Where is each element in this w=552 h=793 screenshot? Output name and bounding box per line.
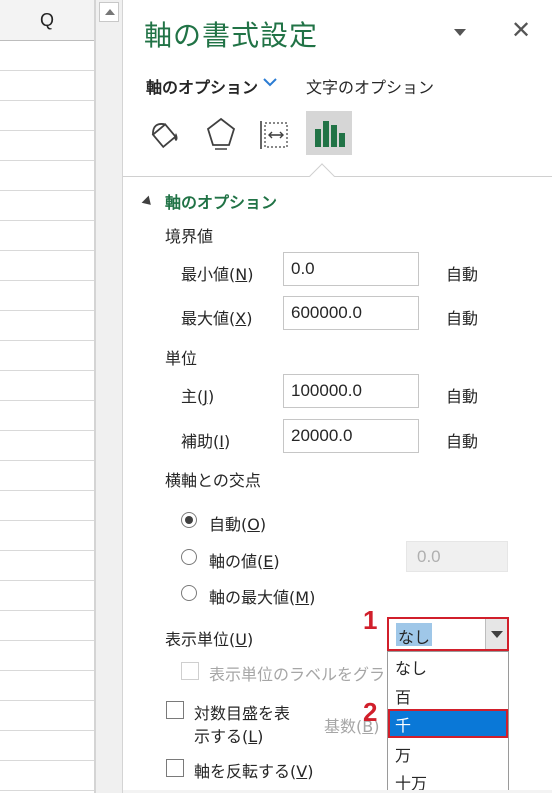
log-scale-label-line1[interactable]: 対数目盛を表	[194, 700, 290, 724]
row-line	[0, 370, 94, 371]
row-line	[0, 130, 94, 131]
row-line	[0, 340, 94, 341]
minimum-input[interactable]: 0.0	[283, 252, 419, 286]
row-line	[0, 220, 94, 221]
axis-crosses-heading: 横軸との交点	[165, 471, 261, 490]
minor-unit-input[interactable]: 20000.0	[283, 419, 419, 453]
row-line	[0, 160, 94, 161]
row-line	[0, 250, 94, 251]
dropdown-arrow-icon[interactable]	[485, 619, 507, 649]
tab-divider	[123, 176, 552, 177]
units-heading: 単位	[165, 349, 198, 368]
row-line	[0, 520, 94, 521]
tab-axis-options[interactable]: 軸のオプション	[146, 74, 258, 98]
tab-text-options[interactable]: 文字のオプション	[306, 74, 434, 98]
row-line	[0, 400, 94, 401]
row-line	[0, 460, 94, 461]
collapse-triangle-icon[interactable]	[141, 195, 155, 209]
step-marker-1: 1	[363, 605, 378, 635]
maximum-input[interactable]: 600000.0	[283, 296, 419, 330]
display-units-selected-value: なし	[396, 623, 433, 647]
row-line	[0, 580, 94, 581]
row-line	[0, 280, 94, 281]
crosses-auto-radio[interactable]	[181, 512, 197, 528]
scroll-up-arrow-icon[interactable]	[99, 2, 119, 22]
minimum-auto-button[interactable]: 自動	[446, 261, 478, 285]
crosses-auto-label[interactable]: 自動(O)	[209, 511, 266, 535]
log-scale-label-line2[interactable]: 示する(L)	[194, 723, 263, 747]
row-line	[0, 70, 94, 71]
row-line	[0, 790, 94, 791]
crosses-value-radio[interactable]	[181, 549, 197, 565]
row-line	[0, 610, 94, 611]
row-line	[0, 190, 94, 191]
major-unit-input[interactable]: 100000.0	[283, 374, 419, 408]
fill-line-icon[interactable]	[143, 111, 189, 155]
spreadsheet-area[interactable]: Q	[0, 0, 95, 793]
crosses-max-radio[interactable]	[181, 585, 197, 601]
maximum-label: 最大値(X)	[181, 309, 253, 328]
row-line	[0, 700, 94, 701]
maximum-auto-button[interactable]: 自動	[446, 305, 478, 329]
log-scale-checkbox[interactable]	[166, 701, 184, 719]
show-units-label-checkbox	[181, 662, 199, 680]
option-none[interactable]: なし	[388, 652, 508, 681]
bounds-heading: 境界値	[165, 227, 214, 246]
reverse-order-checkbox[interactable]	[166, 759, 184, 777]
option-hundreds[interactable]: 百	[388, 681, 508, 710]
section-title: 軸のオプション	[165, 193, 278, 212]
row-line	[0, 730, 94, 731]
pane-options-dropdown-icon[interactable]	[451, 24, 471, 40]
display-units-options-list: なし 百 千 万 十万	[387, 651, 509, 793]
format-axis-pane: 軸の書式設定 ✕ 軸のオプション 文字のオプション 軸のオプション 境界値 最小…	[123, 0, 552, 793]
column-header-q[interactable]: Q	[0, 0, 94, 41]
row-line	[0, 760, 94, 761]
axis-options-bar-chart-icon[interactable]	[306, 111, 352, 155]
selected-tab-pointer	[309, 163, 335, 189]
pane-title: 軸の書式設定	[144, 19, 319, 52]
vertical-scrollbar[interactable]	[95, 0, 123, 793]
section-header-axis-options[interactable]: 軸のオプション	[141, 189, 278, 213]
effects-pentagon-icon[interactable]	[198, 111, 244, 155]
minimum-label: 最小値(N)	[181, 265, 254, 284]
display-units-label: 表示単位(U)	[165, 630, 254, 649]
close-icon[interactable]: ✕	[509, 16, 533, 44]
row-line	[0, 490, 94, 491]
minor-unit-auto-button[interactable]: 自動	[446, 428, 478, 452]
row-line	[0, 550, 94, 551]
major-unit-auto-button[interactable]: 自動	[446, 383, 478, 407]
row-line	[0, 310, 94, 311]
row-line	[0, 430, 94, 431]
size-properties-icon[interactable]	[253, 111, 299, 155]
option-ten-thousands[interactable]: 万	[388, 739, 508, 768]
display-units-dropdown[interactable]: なし	[387, 617, 509, 651]
row-line	[0, 100, 94, 101]
step-marker-2: 2	[363, 697, 378, 727]
major-unit-label: 主(J)	[181, 387, 215, 406]
show-units-label-text: 表示単位のラベルをグラフ	[209, 665, 402, 684]
crosses-max-label[interactable]: 軸の最大値(M)	[209, 584, 315, 608]
chevron-down-icon[interactable]	[262, 75, 278, 89]
minor-unit-label: 補助(I)	[181, 432, 231, 451]
crosses-value-label[interactable]: 軸の値(E)	[209, 548, 280, 572]
reverse-order-label[interactable]: 軸を反転する(V)	[194, 758, 313, 782]
row-line	[0, 670, 94, 671]
row-line	[0, 640, 94, 641]
crosses-value-input: 0.0	[406, 541, 508, 572]
option-thousands[interactable]: 千	[388, 709, 508, 738]
